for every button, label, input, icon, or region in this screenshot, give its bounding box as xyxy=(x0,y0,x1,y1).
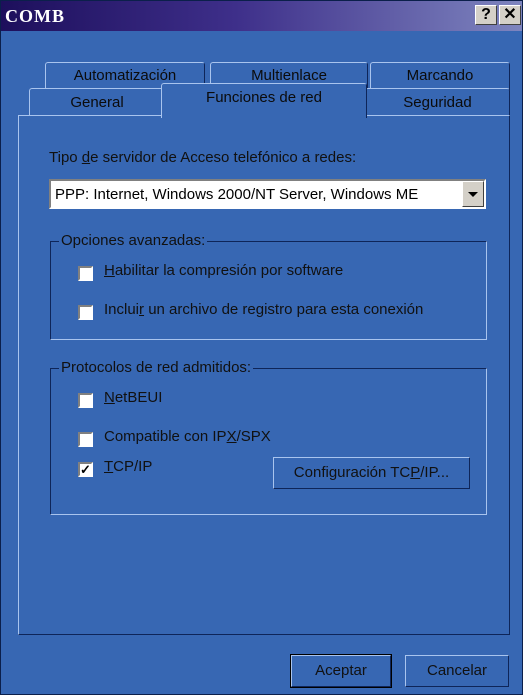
title-bar[interactable]: COMB ? ✕ xyxy=(1,1,522,31)
tab-seguridad[interactable]: Seguridad xyxy=(365,88,510,116)
protocols-legend: Protocolos de red admitidos: xyxy=(59,359,254,376)
window-title: COMB xyxy=(5,6,65,26)
netbeui-label[interactable]: NetBEUI xyxy=(104,389,162,406)
dialog-window: COMB ? ✕ Automatización Multienlace Marc… xyxy=(0,0,523,695)
tab-funciones-de-red[interactable]: Funciones de red xyxy=(161,83,367,118)
tcpip-checkbox[interactable]: ✓ xyxy=(78,462,93,477)
compression-checkbox[interactable] xyxy=(78,266,93,281)
netbeui-checkbox[interactable] xyxy=(78,393,93,408)
advanced-options-legend: Opciones avanzadas: xyxy=(59,232,208,249)
tab-label: Funciones de red xyxy=(206,89,322,106)
close-button[interactable]: ✕ xyxy=(499,5,521,25)
help-button[interactable]: ? xyxy=(475,5,497,25)
tab-label: Seguridad xyxy=(403,94,472,111)
tcpip-config-button[interactable]: Configuración TCP/IP... xyxy=(273,457,470,489)
tab-general[interactable]: General xyxy=(29,88,165,116)
chevron-down-icon[interactable] xyxy=(462,181,484,207)
ipx-label[interactable]: Compatible con IPX/SPX xyxy=(104,428,271,445)
server-type-dropdown[interactable]: PPP: Internet, Windows 2000/NT Server, W… xyxy=(49,179,486,209)
tab-label: Automatización xyxy=(73,67,177,84)
ok-button[interactable]: Aceptar xyxy=(290,654,392,688)
server-type-label: Tipo de servidor de Acceso telefónico a … xyxy=(49,149,357,166)
tab-marcando[interactable]: Marcando xyxy=(370,62,510,90)
log-checkbox[interactable] xyxy=(78,305,93,320)
tab-label: Multienlace xyxy=(251,67,327,84)
log-label[interactable]: Incluir un archivo de registro para esta… xyxy=(104,301,423,318)
ipx-checkbox[interactable] xyxy=(78,432,93,447)
tab-label: Marcando xyxy=(406,67,474,84)
close-icon: ✕ xyxy=(503,6,517,23)
check-icon: ✓ xyxy=(80,462,91,477)
advanced-options-group xyxy=(50,241,487,340)
tab-label: General xyxy=(70,94,124,111)
server-type-value: PPP: Internet, Windows 2000/NT Server, W… xyxy=(55,186,419,203)
tcpip-label[interactable]: TCP/IP xyxy=(104,458,152,475)
cancel-button[interactable]: Cancelar xyxy=(405,655,509,687)
compression-label[interactable]: Habilitar la compresión por software xyxy=(104,262,343,279)
